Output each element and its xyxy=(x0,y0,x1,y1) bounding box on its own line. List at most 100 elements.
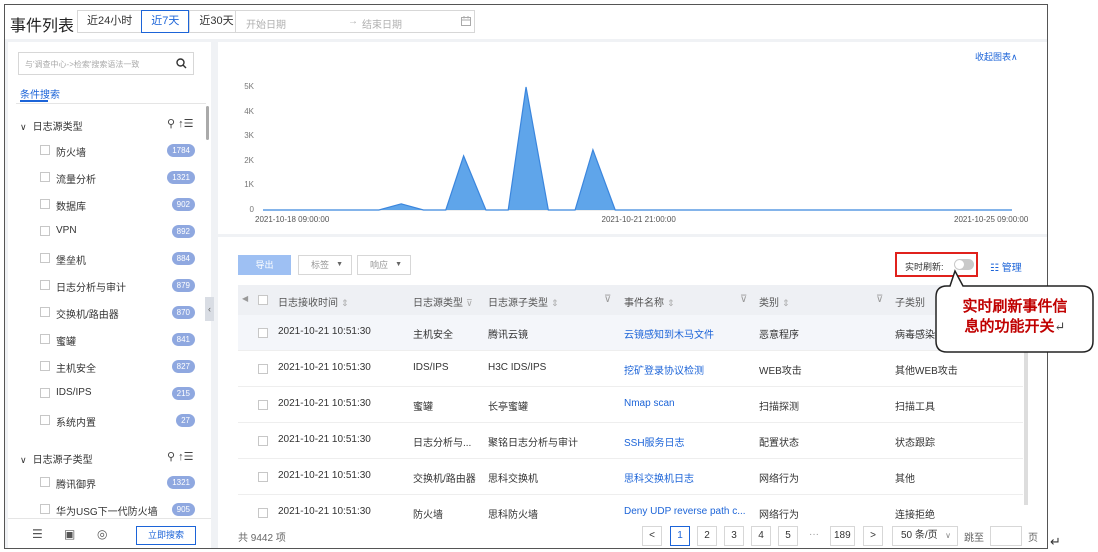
next-page-button[interactable]: > xyxy=(863,526,883,546)
tab-7d[interactable]: 近7天 xyxy=(141,10,190,33)
filter-option[interactable]: 堡垒机 884 xyxy=(40,251,195,267)
count-badge: 841 xyxy=(171,333,195,346)
table-row[interactable]: 2021-10-21 10:51:30 蜜罐 长亭蜜罐 Nmap scan 扫描探测 扫描… xyxy=(238,387,1023,423)
respond-dropdown[interactable]: 响应 ▼ xyxy=(357,255,411,275)
filter-option[interactable]: 主机安全 827 xyxy=(40,359,195,375)
cell-event-name[interactable]: 挖矿登录协议检测 xyxy=(624,362,704,377)
query-icon[interactable]: ◎ xyxy=(97,527,107,541)
filter-settings-icon[interactable]: ☰ xyxy=(32,527,43,541)
checkbox[interactable] xyxy=(40,415,50,425)
select-all-checkbox[interactable] xyxy=(258,295,268,305)
checkbox[interactable] xyxy=(40,172,50,182)
x-tick-label: 2021-10-18 09:00:00 xyxy=(255,215,330,224)
cell-event-name[interactable]: Nmap scan xyxy=(624,398,675,409)
table-scrollbar[interactable] xyxy=(1024,315,1028,505)
checkbox[interactable] xyxy=(40,361,50,371)
filter-option[interactable]: 流量分析 1321 xyxy=(40,170,195,186)
checkbox[interactable] xyxy=(40,280,50,290)
live-refresh-toggle[interactable] xyxy=(954,259,974,270)
cell-receive-time: 2021-10-21 10:51:30 xyxy=(278,362,371,373)
y-tick-label: 2K xyxy=(244,155,254,165)
scroll-left-icon[interactable]: ◀ xyxy=(242,294,248,303)
filter-icon[interactable]: ⊽ xyxy=(604,294,611,305)
checkbox[interactable] xyxy=(40,388,50,398)
checkbox[interactable] xyxy=(40,334,50,344)
page-5-button[interactable]: 5 xyxy=(778,526,798,546)
cell-event-name[interactable]: Deny UDP reverse path c... xyxy=(624,506,746,517)
sidebar-scrollbar[interactable] xyxy=(206,106,209,140)
export-button[interactable]: 导出 xyxy=(238,255,291,275)
filter-icon[interactable]: ⊽ xyxy=(876,294,883,305)
manage-columns-link[interactable]: ☷ 管理 xyxy=(990,259,1022,274)
checkbox[interactable] xyxy=(40,199,50,209)
page-3-button[interactable]: 3 xyxy=(724,526,744,546)
checkbox[interactable] xyxy=(40,477,50,487)
filter-option[interactable]: 防火墙 1784 xyxy=(40,143,195,159)
col-subcategory[interactable]: 子类别 xyxy=(895,294,925,309)
row-checkbox[interactable] xyxy=(258,508,268,518)
table-row[interactable]: 2021-10-21 10:51:30 IDS/IPS H3C IDS/IPS 挖矿登… xyxy=(238,351,1023,387)
group-log-source-subtype[interactable]: ∨ 日志源子类型 ⚲ ↑☰ xyxy=(20,451,194,466)
checkbox[interactable] xyxy=(40,253,50,263)
filter-option[interactable]: 日志分析与审计 879 xyxy=(40,278,195,294)
row-checkbox[interactable] xyxy=(258,472,268,482)
x-tick-label: 2021-10-25 09:00:00 xyxy=(954,215,1029,224)
checkbox[interactable] xyxy=(40,226,50,236)
search-icon[interactable] xyxy=(176,58,187,69)
sort-icon[interactable]: ↑☰ xyxy=(178,118,193,130)
calendar-icon xyxy=(461,16,471,26)
col-source-subtype[interactable]: 日志源子类型 ⇕ xyxy=(488,294,559,309)
collapse-sidebar-handle[interactable]: ‹ xyxy=(205,297,214,321)
filter-option-label: VPN xyxy=(56,225,77,236)
filter-option[interactable]: 华为USG下一代防火墙 905 xyxy=(40,502,195,518)
table-row[interactable]: 2021-10-21 10:51:30 交换机/路由器 思科交换机 思科交换机日志 网络… xyxy=(238,459,1023,495)
checkbox[interactable] xyxy=(40,307,50,317)
row-checkbox[interactable] xyxy=(258,364,268,374)
filter-option[interactable]: 交换机/路由器 870 xyxy=(40,305,195,321)
return-mark: ↵ xyxy=(1050,534,1061,549)
last-page-button[interactable]: 189 xyxy=(830,526,855,546)
tab-condition-search[interactable]: 条件搜索 xyxy=(20,86,60,101)
cell-event-name[interactable]: 思科交换机日志 xyxy=(624,470,694,485)
search-now-button[interactable]: 立即搜索 xyxy=(136,526,196,545)
save-icon[interactable]: ▣ xyxy=(64,527,75,541)
search-icon[interactable]: ⚲ xyxy=(167,451,175,463)
page-2-button[interactable]: 2 xyxy=(697,526,717,546)
filter-option[interactable]: 腾讯御界 1321 xyxy=(40,475,195,491)
jump-page-input[interactable] xyxy=(990,526,1022,546)
group-log-source-type[interactable]: ∨ 日志源类型 ⚲ ↑☰ xyxy=(20,118,194,133)
col-event-name[interactable]: 事件名称 ⇕ xyxy=(624,294,675,309)
tag-dropdown[interactable]: 标签 ▼ xyxy=(298,255,352,275)
filter-option[interactable]: 蜜罐 841 xyxy=(40,332,195,348)
sort-icon[interactable]: ↑☰ xyxy=(178,451,193,463)
prev-page-button[interactable]: < xyxy=(642,526,662,546)
filter-icon[interactable]: ⊽ xyxy=(740,294,747,305)
cell-category: 扫描探测 xyxy=(759,402,799,413)
cell-event-name[interactable]: 云镜感知到木马文件 xyxy=(624,326,714,341)
date-range-picker[interactable]: 开始日期 → 结束日期 xyxy=(235,10,475,33)
table-row[interactable]: 2021-10-21 10:51:30 日志分析与... 聚铭日志分析与审计 SSH服… xyxy=(238,423,1023,459)
row-checkbox[interactable] xyxy=(258,400,268,410)
col-source-type[interactable]: 日志源类型 ⊽ xyxy=(413,294,473,309)
checkbox[interactable] xyxy=(40,145,50,155)
page-size-select[interactable]: 50 条/页 ∨ xyxy=(892,526,958,546)
cell-event-name[interactable]: SSH服务日志 xyxy=(624,434,685,449)
col-category[interactable]: 类别 ⇕ xyxy=(759,294,790,309)
search-input[interactable]: 与'调查中心->检索'搜索语法一致 xyxy=(18,52,194,75)
filter-option[interactable]: 系统内置 27 xyxy=(40,413,195,429)
col-label: 日志源类型 xyxy=(413,298,463,309)
filter-option-label: 蜜罐 xyxy=(56,337,76,348)
row-checkbox[interactable] xyxy=(258,436,268,446)
filter-option[interactable]: 数据库 902 xyxy=(40,197,195,213)
page-1-button[interactable]: 1 xyxy=(670,526,690,546)
tab-24h[interactable]: 近24小时 xyxy=(77,10,142,33)
filter-option[interactable]: VPN 892 xyxy=(40,224,195,240)
filter-option[interactable]: IDS/IPS 215 xyxy=(40,386,195,402)
page-4-button[interactable]: 4 xyxy=(751,526,771,546)
row-checkbox[interactable] xyxy=(258,328,268,338)
col-receive-time[interactable]: 日志接收时间 ⇕ xyxy=(278,294,349,309)
checkbox[interactable] xyxy=(40,504,50,514)
table-row[interactable]: 2021-10-21 10:51:30 主机安全 腾讯云镜 云镜感知到木马文件 恶意程序… xyxy=(238,315,1023,351)
search-icon[interactable]: ⚲ xyxy=(167,118,175,130)
pages-ellipsis[interactable]: ··· xyxy=(804,526,824,546)
